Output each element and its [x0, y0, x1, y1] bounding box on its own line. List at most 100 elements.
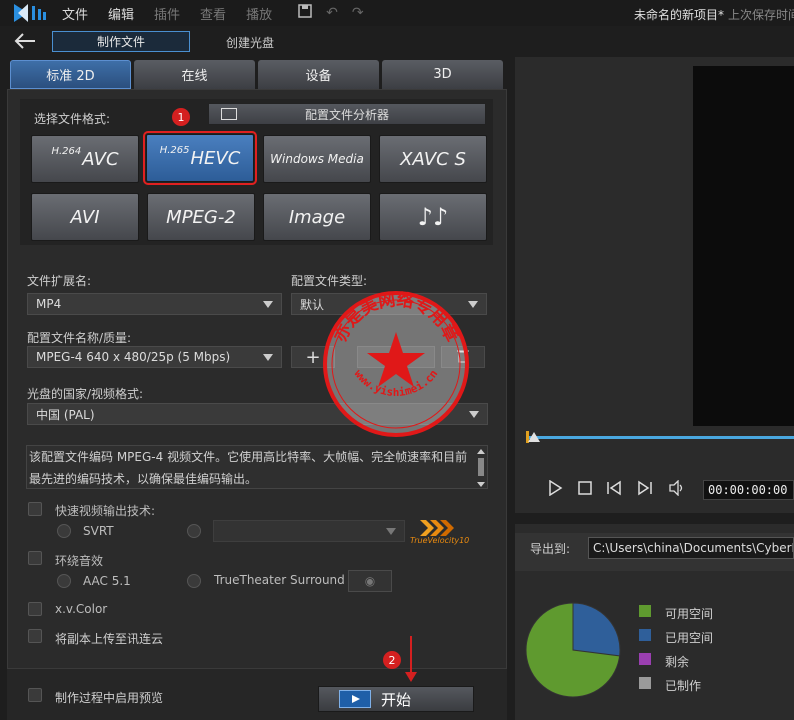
step-marker-2: 2: [383, 651, 401, 669]
chevron-down-icon: [263, 354, 273, 361]
produce-file-button[interactable]: 制作文件: [52, 31, 190, 52]
truetheater-radio[interactable]: [187, 574, 201, 588]
upload-cloud-checkbox[interactable]: [28, 629, 42, 643]
save-icon[interactable]: [298, 4, 312, 22]
tab-standard-2d[interactable]: 标准 2D: [10, 60, 131, 89]
disc-format-value: 中国 (PAL): [36, 407, 95, 422]
truetheater-settings-button[interactable]: ◉: [348, 570, 392, 592]
chevron-down-icon: [263, 301, 273, 308]
hardware-encoder-radio[interactable]: [187, 524, 201, 538]
legend-used-label: 已用空间: [665, 631, 714, 645]
music-notes-icon: ♪♪: [417, 203, 449, 231]
truetheater-label: TrueTheater Surround: [214, 573, 345, 587]
play-icon[interactable]: [547, 479, 563, 500]
avc-prefix: H.264: [51, 145, 82, 157]
next-frame-icon[interactable]: [637, 480, 653, 500]
image-label: Image: [288, 206, 346, 228]
export-label: 导出到:: [530, 542, 571, 556]
legend-produced-label: 已制作: [665, 679, 702, 693]
menu-playback[interactable]: 播放: [246, 4, 272, 23]
format-image-button[interactable]: Image: [263, 193, 371, 241]
export-path-field[interactable]: C:\Users\china\Documents\CyberLink: [588, 537, 794, 559]
select-format-label: 选择文件格式:: [34, 112, 111, 126]
back-arrow-icon[interactable]: [14, 31, 36, 56]
file-extension-select[interactable]: MP4: [27, 293, 282, 315]
plus-icon: +: [305, 346, 321, 368]
redo-icon[interactable]: ↷: [352, 5, 364, 21]
watermark-seal: 亦是美网络专用章 www.yishimei.cn: [323, 290, 469, 437]
profile-analyzer-button[interactable]: 配置文件分析器: [208, 103, 486, 125]
menu-plugins[interactable]: 插件: [154, 4, 180, 23]
format-xavc-s-button[interactable]: XAVC S: [379, 135, 487, 183]
file-extension-label: 文件扩展名:: [27, 274, 92, 288]
legend-free-swatch: [639, 605, 651, 617]
pie-used-space-slice: [572, 602, 621, 657]
pointer-arrow-line: [410, 636, 412, 676]
format-hevc-button[interactable]: H.265 HEVC: [143, 131, 257, 185]
menu-file[interactable]: 文件: [62, 4, 88, 23]
step-marker-1: 1: [172, 108, 190, 126]
legend-free-label: 可用空间: [665, 607, 714, 621]
saved-status: 上次保存时间: [728, 8, 794, 22]
profile-type-label: 配置文件类型:: [291, 274, 368, 288]
menu-view[interactable]: 查看: [200, 4, 226, 23]
profile-name-label: 配置文件名称/质量:: [27, 331, 132, 345]
profile-analyzer-label: 配置文件分析器: [304, 107, 389, 122]
format-windows-media-button[interactable]: Windows Media: [263, 135, 371, 183]
chevron-down-icon: [386, 528, 396, 535]
fast-render-checkbox[interactable]: [28, 502, 42, 516]
output-tabs: 标准 2D 在线 设备 3D: [10, 60, 506, 89]
app-logo-icon: [14, 2, 48, 24]
truevelocity-logo: TrueVelocity10: [410, 518, 472, 546]
undo-icon[interactable]: ↶: [326, 5, 338, 21]
file-extension-value: MP4: [36, 297, 62, 311]
profile-name-select[interactable]: MPEG-4 640 x 480/25p (5 Mbps): [27, 346, 282, 368]
tab-3d[interactable]: 3D: [382, 60, 503, 89]
timeline-handle[interactable]: [528, 432, 540, 442]
pointer-arrow-head-icon: [405, 672, 417, 682]
eye-icon: ◉: [364, 574, 376, 588]
title-bar: 文件 编辑 插件 查看 播放 ↶ ↷ 未命名的新项目* 上次保存时间: [0, 0, 794, 26]
timeline-slider[interactable]: [527, 436, 794, 439]
analyzer-icon: [221, 108, 237, 120]
start-button[interactable]: 开始: [318, 686, 474, 712]
legend-produced-swatch: [639, 677, 651, 689]
mpeg2-label: MPEG-2: [166, 206, 236, 228]
preview-during-label: 制作过程中启用预览: [55, 691, 164, 705]
volume-icon[interactable]: [668, 479, 686, 500]
avc-label: AVC: [82, 148, 119, 170]
surround-checkbox[interactable]: [28, 551, 42, 565]
format-mpeg2-button[interactable]: MPEG-2: [147, 193, 255, 241]
preview-during-checkbox[interactable]: [28, 688, 42, 702]
description-line-1: 该配置文件编码 MPEG-4 视频文件。它使用高比特率、大帧幅、完全帧速率和目前: [29, 450, 468, 464]
format-audio-button[interactable]: ♪♪: [379, 193, 487, 241]
svrt-radio[interactable]: [57, 524, 71, 538]
menu-edit[interactable]: 编辑: [108, 4, 134, 23]
legend-remaining-label: 剩余: [665, 655, 690, 669]
description-line-2: 最先进的编码技术，以确保最佳编码输出。: [29, 472, 258, 486]
fast-render-label: 快速视频输出技术:: [55, 504, 156, 518]
project-name: 未命名的新项目*: [634, 8, 725, 22]
project-title: 未命名的新项目* 上次保存时间: [634, 6, 794, 23]
tab-online[interactable]: 在线: [134, 60, 255, 89]
xvcolor-label: x.v.Color: [55, 602, 108, 616]
hevc-label: HEVC: [190, 147, 241, 169]
avi-label: AVI: [70, 206, 100, 228]
svrt-label: SVRT: [83, 524, 114, 538]
aac-radio[interactable]: [57, 574, 71, 588]
create-disc-button[interactable]: 创建光盘: [226, 34, 274, 51]
windows-media-label: Windows Media: [270, 152, 364, 166]
aac-label: AAC 5.1: [83, 574, 131, 588]
hardware-encoder-select[interactable]: [213, 520, 405, 542]
description-scrollbar[interactable]: [477, 449, 485, 487]
xvcolor-checkbox[interactable]: [28, 602, 42, 616]
format-avi-button[interactable]: AVI: [31, 193, 139, 241]
profile-name-value: MPEG-4 640 x 480/25p (5 Mbps): [36, 350, 231, 364]
stop-icon[interactable]: [577, 480, 593, 500]
legend-used-swatch: [639, 629, 651, 641]
tab-device[interactable]: 设备: [258, 60, 379, 89]
previous-frame-icon[interactable]: [606, 480, 622, 500]
film-icon: [339, 690, 371, 708]
format-avc-button[interactable]: H.264 AVC: [31, 135, 139, 183]
profile-type-value: 默认: [300, 297, 325, 312]
